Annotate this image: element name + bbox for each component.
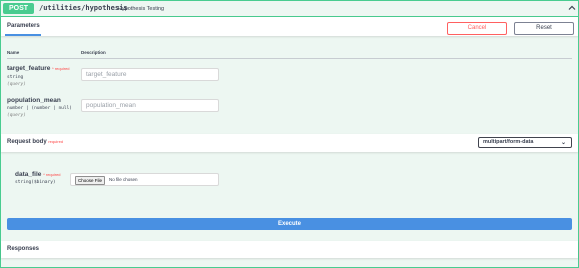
param-name-text: target_feature (7, 65, 51, 72)
execute-button[interactable]: Execute (7, 218, 572, 230)
param-type: number | (number | null) (7, 106, 73, 111)
required-marker: required (48, 139, 64, 144)
population-mean-input[interactable] (81, 99, 219, 112)
param-name-text: population_mean (7, 97, 61, 104)
operation-summary: Hypothesis Testing (118, 6, 165, 12)
param-name-data-file: data_file * required (15, 171, 61, 179)
required-marker: * required (43, 172, 61, 177)
parameters-title: Parameters (7, 23, 40, 29)
param-type: string($binary) (15, 180, 56, 185)
responses-bar: Responses (1, 241, 578, 258)
cancel-button[interactable]: Cancel (447, 22, 507, 35)
required-marker: * required (52, 66, 70, 71)
responses-title: Responses (7, 246, 40, 252)
choose-file-button[interactable]: Choose File (75, 176, 106, 185)
chevron-up-icon[interactable] (568, 4, 576, 12)
reset-button[interactable]: Reset (514, 22, 574, 35)
param-location: (query) (7, 82, 26, 87)
file-status: No file chosen (109, 177, 138, 182)
content-type-select[interactable]: multipart/form-data ⌄ (478, 137, 572, 148)
chevron-down-icon: ⌄ (560, 140, 566, 146)
param-location: (query) (7, 113, 26, 118)
param-type: string (7, 75, 24, 80)
operation-block: POST /utilities/hypothesis Hypothesis Te… (0, 0, 579, 268)
param-name-population-mean: population_mean (7, 97, 61, 105)
operation-header[interactable]: POST /utilities/hypothesis Hypothesis Te… (1, 1, 578, 17)
param-name-text: data_file (15, 171, 42, 178)
target-feature-input[interactable] (81, 68, 219, 81)
method-badge: POST (3, 3, 34, 14)
file-input[interactable]: Choose File No file chosen (70, 173, 219, 186)
request-body-title: Request body required (7, 139, 63, 145)
column-description-header: Description (81, 50, 106, 55)
parameters-tab-underline (5, 34, 41, 36)
operation-path: /utilities/hypothesis (39, 4, 128, 12)
table-divider (7, 58, 572, 59)
param-name-target-feature: target_feature * required (7, 65, 70, 73)
column-name-header: Name (7, 50, 20, 55)
request-body-label: Request body (7, 139, 47, 145)
content-type-value: multipart/form-data (483, 139, 534, 145)
